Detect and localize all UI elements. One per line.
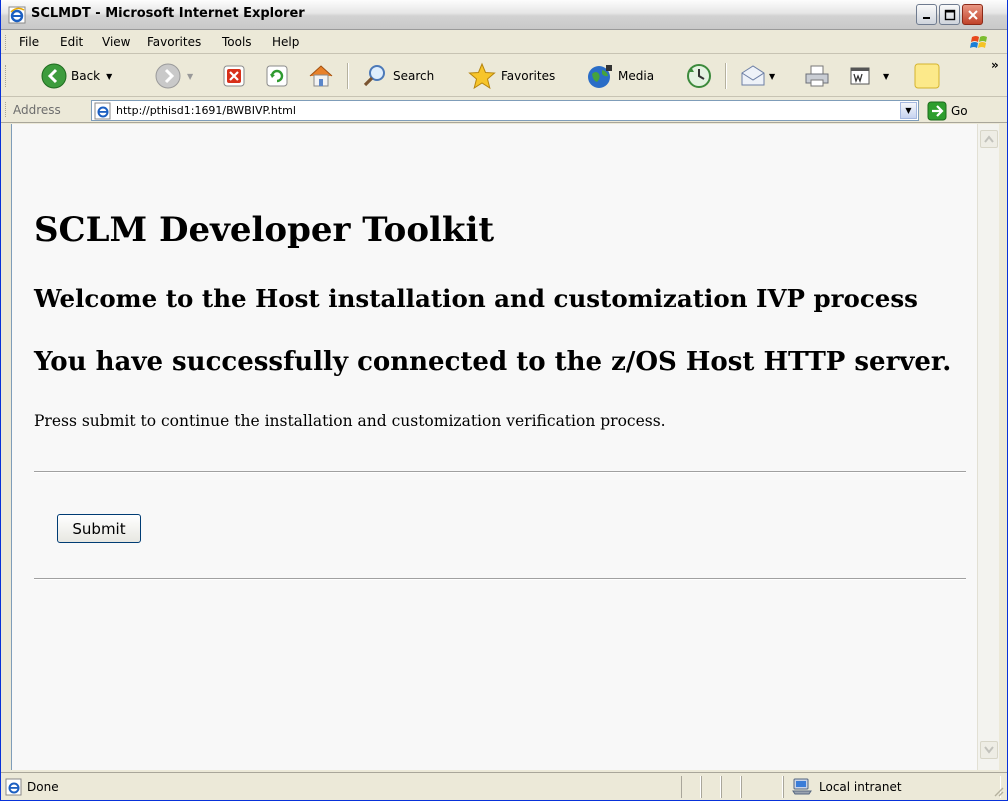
go-button[interactable]: Go — [927, 100, 968, 121]
zone-text: Local intranet — [819, 780, 902, 794]
back-label: Back — [71, 69, 101, 83]
menu-tools[interactable]: Tools — [222, 35, 252, 49]
star-icon — [468, 62, 496, 90]
chevron-down-icon[interactable]: ▼ — [106, 72, 112, 81]
history-button[interactable] — [685, 62, 713, 90]
close-button[interactable] — [962, 4, 983, 25]
print-button[interactable] — [803, 62, 831, 90]
forward-button[interactable]: ▼ — [155, 62, 193, 90]
mail-button[interactable]: ▼ — [739, 62, 775, 90]
home-icon — [309, 65, 333, 87]
status-cell — [741, 776, 783, 798]
chevron-down-icon[interactable]: ▼ — [769, 72, 775, 81]
status-bar: Done Local intranet — [1, 772, 1007, 800]
welcome-heading: Welcome to the Host installation and cus… — [34, 284, 918, 313]
edit-button[interactable]: ▼ — [849, 62, 889, 90]
mail-icon — [741, 65, 765, 86]
chevron-down-icon[interactable]: ▼ — [187, 72, 193, 81]
page-title: SCLM Developer Toolkit — [34, 210, 495, 250]
go-label: Go — [951, 103, 968, 118]
maximize-button[interactable] — [939, 4, 960, 25]
menu-favorites[interactable]: Favorites — [147, 35, 201, 49]
title-bar: SCLMDT - Microsoft Internet Explorer — [1, 0, 1007, 30]
chevron-down-icon — [984, 746, 994, 754]
menu-help[interactable]: Help — [272, 35, 299, 49]
home-button[interactable] — [307, 62, 335, 90]
divider — [34, 578, 966, 580]
status-cell — [681, 776, 701, 798]
menu-view[interactable]: View — [102, 35, 130, 49]
standard-toolbar: Back ▼ ▼ Search Favorites Media ▼ ▼ » — [1, 55, 1007, 97]
menu-grip — [5, 35, 8, 50]
ie-page-icon — [5, 778, 22, 796]
refresh-button[interactable] — [265, 62, 289, 90]
vertical-scrollbar[interactable] — [977, 124, 999, 770]
address-dropdown-button[interactable]: ▼ — [900, 102, 917, 119]
forward-arrow-icon — [155, 63, 181, 89]
minimize-icon — [922, 16, 930, 19]
scroll-up-button[interactable] — [980, 130, 998, 148]
intranet-zone-icon — [792, 778, 812, 795]
media-button[interactable]: Media — [586, 62, 654, 90]
search-icon — [363, 65, 385, 87]
ie-page-icon — [94, 102, 111, 120]
search-button[interactable]: Search — [361, 62, 434, 90]
toolbar-separator — [725, 63, 727, 89]
address-grip — [5, 102, 8, 117]
media-globe-icon — [588, 65, 612, 88]
search-label: Search — [393, 69, 435, 83]
back-arrow-icon — [41, 63, 67, 89]
favorites-button[interactable]: Favorites — [467, 62, 555, 90]
maximize-icon — [944, 9, 955, 20]
submit-button[interactable]: Submit — [57, 514, 141, 543]
messenger-button[interactable] — [913, 62, 941, 90]
toolbar-grip — [5, 65, 8, 87]
go-arrow-icon — [927, 101, 947, 120]
web-page: SCLM Developer Toolkit Welcome to the Ho… — [12, 124, 977, 770]
window-title: SCLMDT - Microsoft Internet Explorer — [31, 6, 305, 21]
status-text: Done — [27, 780, 59, 794]
address-bar: Address http://pthisd1:1691/BWBIVP.html … — [1, 98, 1007, 123]
address-url: http://pthisd1:1691/BWBIVP.html — [116, 104, 296, 117]
menu-edit[interactable]: Edit — [60, 35, 83, 49]
scroll-down-button[interactable] — [980, 741, 998, 759]
stop-button[interactable] — [222, 62, 246, 90]
history-icon — [687, 64, 711, 88]
close-icon — [967, 9, 978, 20]
connection-heading: You have successfully connected to the z… — [34, 347, 952, 377]
divider — [34, 471, 966, 473]
page-viewport: SCLM Developer Toolkit Welcome to the Ho… — [11, 124, 977, 770]
resize-grip-icon[interactable] — [992, 785, 1004, 797]
browser-window: SCLMDT - Microsoft Internet Explorer Fil… — [0, 0, 1008, 801]
status-cell — [721, 776, 741, 798]
menu-bar: File Edit View Favorites Tools Help — [1, 31, 1007, 54]
refresh-icon — [266, 65, 288, 87]
chevron-down-icon[interactable]: ▼ — [883, 72, 889, 81]
note-icon — [914, 63, 940, 89]
toolbar-separator — [347, 63, 349, 89]
stop-icon — [223, 65, 245, 87]
chevron-up-icon — [984, 135, 994, 143]
status-cell — [701, 776, 721, 798]
menu-file[interactable]: File — [19, 35, 39, 49]
chevron-down-icon: ▼ — [905, 106, 912, 115]
minimize-button[interactable] — [916, 4, 937, 25]
address-label: Address — [13, 103, 61, 117]
printer-icon — [805, 65, 829, 87]
media-label: Media — [618, 69, 655, 83]
ie-icon — [8, 6, 26, 24]
favorites-label: Favorites — [501, 69, 556, 83]
word-edit-icon — [850, 67, 870, 85]
instruction-text: Press submit to continue the installatio… — [34, 412, 666, 430]
address-input[interactable]: http://pthisd1:1691/BWBIVP.html ▼ — [91, 100, 919, 121]
toolbar-overflow-chevron[interactable]: » — [991, 58, 999, 72]
back-button[interactable]: Back ▼ — [41, 62, 112, 90]
windows-flag-icon — [963, 32, 997, 53]
